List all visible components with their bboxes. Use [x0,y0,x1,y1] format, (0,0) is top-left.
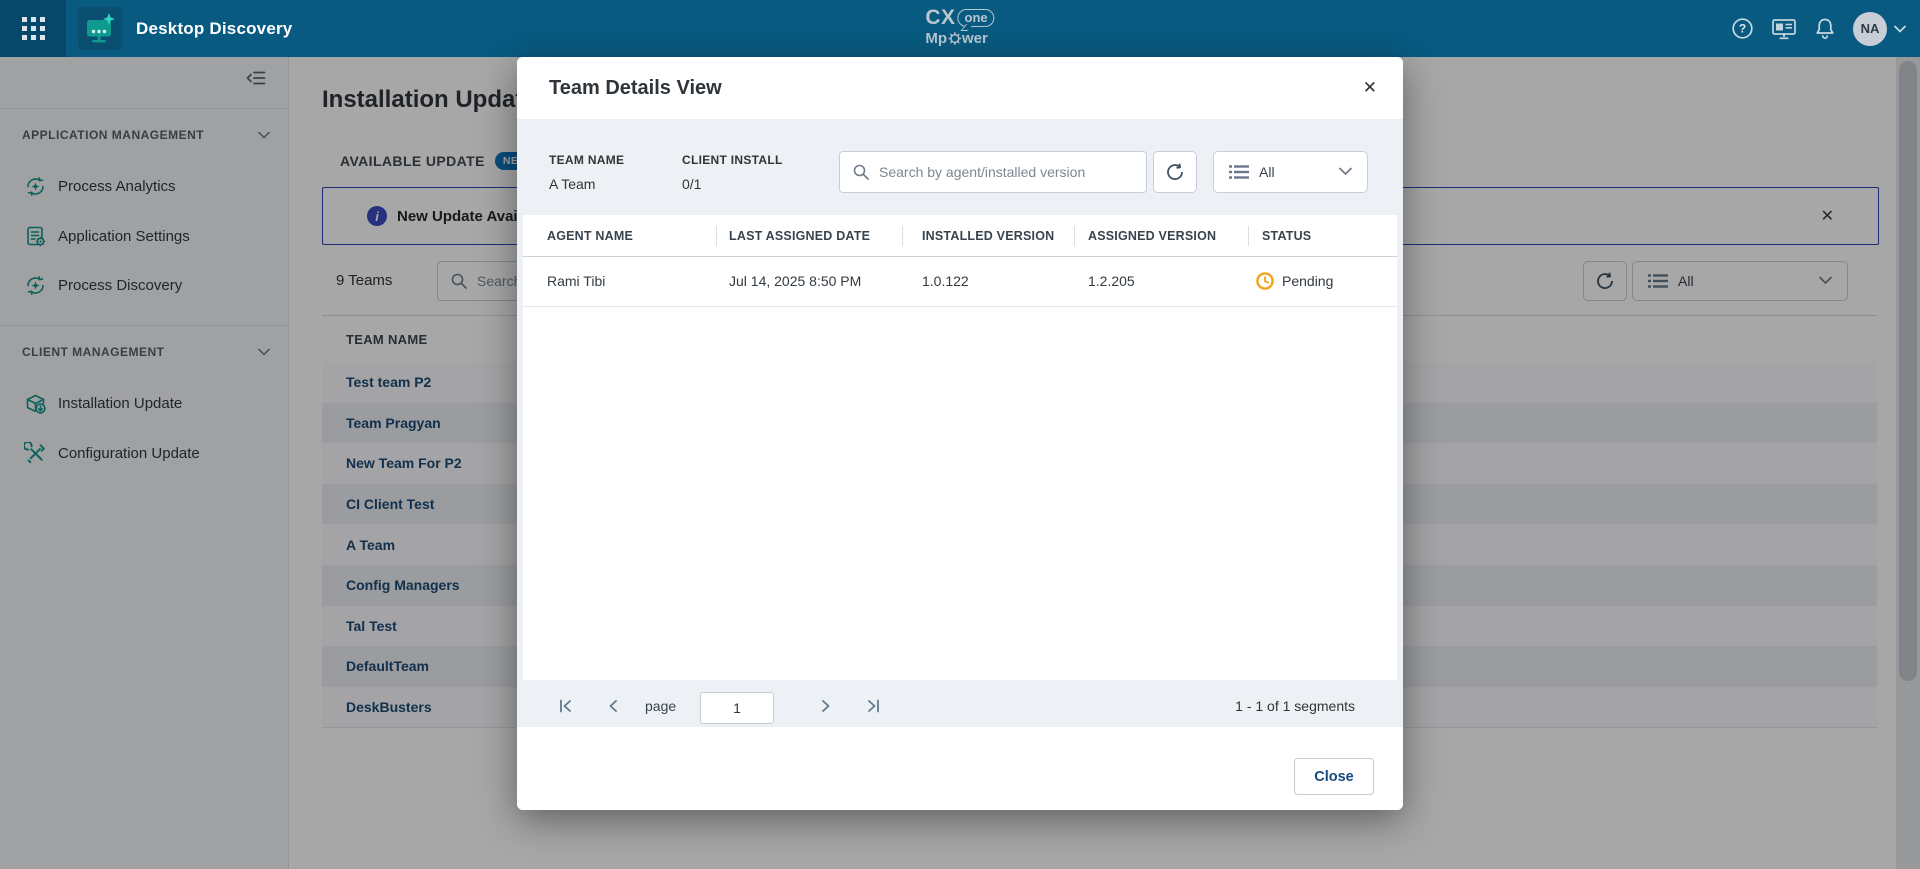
previous-page-button[interactable] [607,692,619,720]
column-last-assigned-date: LAST ASSIGNED DATE [729,215,870,256]
column-divider [716,226,717,246]
agent-search-box[interactable] [839,151,1147,193]
column-divider [1248,226,1249,246]
pagination-summary: 1 - 1 of 1 segments [1235,692,1355,720]
chevron-down-icon [1339,163,1352,181]
page-label: page [645,692,676,720]
gear-icon [948,32,961,45]
presentation-button[interactable] [1771,17,1797,41]
filter-selected-value: All [1259,164,1275,180]
svg-text:?: ? [1739,22,1746,36]
avatar: NA [1853,12,1887,46]
client-install-label: CLIENT INSTALL [682,153,783,167]
app-launcher-button[interactable] [0,0,66,57]
modal-title: Team Details View [549,57,722,119]
logo-mpower-pre: Mp [925,31,947,46]
team-details-modal: Team Details View ✕ TEAM NAME A Team CLI… [517,57,1403,810]
filter-list-icon [1228,164,1250,180]
help-icon: ? [1731,17,1754,40]
app-title: Desktop Discovery [136,0,292,57]
modal-header: Team Details View ✕ [517,57,1403,119]
desktop-discovery-logo-tile[interactable] [78,7,122,50]
monitor-sparkle-icon [83,12,117,46]
logo-mpower-post: wer [962,31,988,46]
team-name-value: A Team [549,176,595,192]
pending-clock-icon [1255,271,1275,291]
column-divider [902,226,903,246]
next-page-button[interactable] [820,692,832,720]
logo-one-bubble: one [958,9,995,27]
cell-assigned-version: 1.2.205 [1088,256,1135,306]
cell-last-assigned-date: Jul 14, 2025 8:50 PM [729,256,861,306]
app-window: Desktop Discovery CX one Mp wer [0,0,1920,869]
first-page-button[interactable] [559,692,573,720]
close-button[interactable]: Close [1294,758,1374,795]
page-number-input[interactable] [700,692,774,724]
cell-installed-version: 1.0.122 [922,256,969,306]
help-button[interactable]: ? [1731,17,1754,40]
status-filter-dropdown[interactable]: All [1213,151,1368,193]
column-status: STATUS [1262,215,1311,256]
column-divider [1074,226,1075,246]
bell-icon [1814,17,1836,41]
top-navbar: Desktop Discovery CX one Mp wer [0,0,1920,57]
notifications-button[interactable] [1814,17,1836,41]
presentation-screen-icon [1771,17,1797,41]
table-row-divider [523,306,1397,307]
cxone-mpower-logo: CX one Mp wer [925,7,994,46]
modal-footer: Close [517,727,1403,810]
cell-agent-name: Rami Tibi [547,256,605,306]
column-agent-name: AGENT NAME [547,215,633,256]
logo-cx-text: CX [925,7,955,28]
cell-status: Pending [1255,256,1333,306]
team-name-label: TEAM NAME [549,153,624,167]
column-assigned-version: ASSIGNED VERSION [1088,215,1216,256]
user-menu[interactable]: NA [1853,12,1906,46]
app-grid-icon [22,17,45,40]
client-install-value: 0/1 [682,176,701,192]
modal-refresh-button[interactable] [1153,151,1197,193]
chevron-down-icon [1894,25,1906,33]
status-badge: Pending [1282,273,1333,289]
search-icon [853,164,869,180]
last-page-button[interactable] [866,692,880,720]
agent-search-input[interactable] [877,163,1146,181]
refresh-icon [1164,161,1186,183]
agents-table: AGENT NAME LAST ASSIGNED DATE INSTALLED … [523,215,1397,680]
column-installed-version: INSTALLED VERSION [922,215,1054,256]
modal-close-icon[interactable]: ✕ [1363,57,1377,119]
